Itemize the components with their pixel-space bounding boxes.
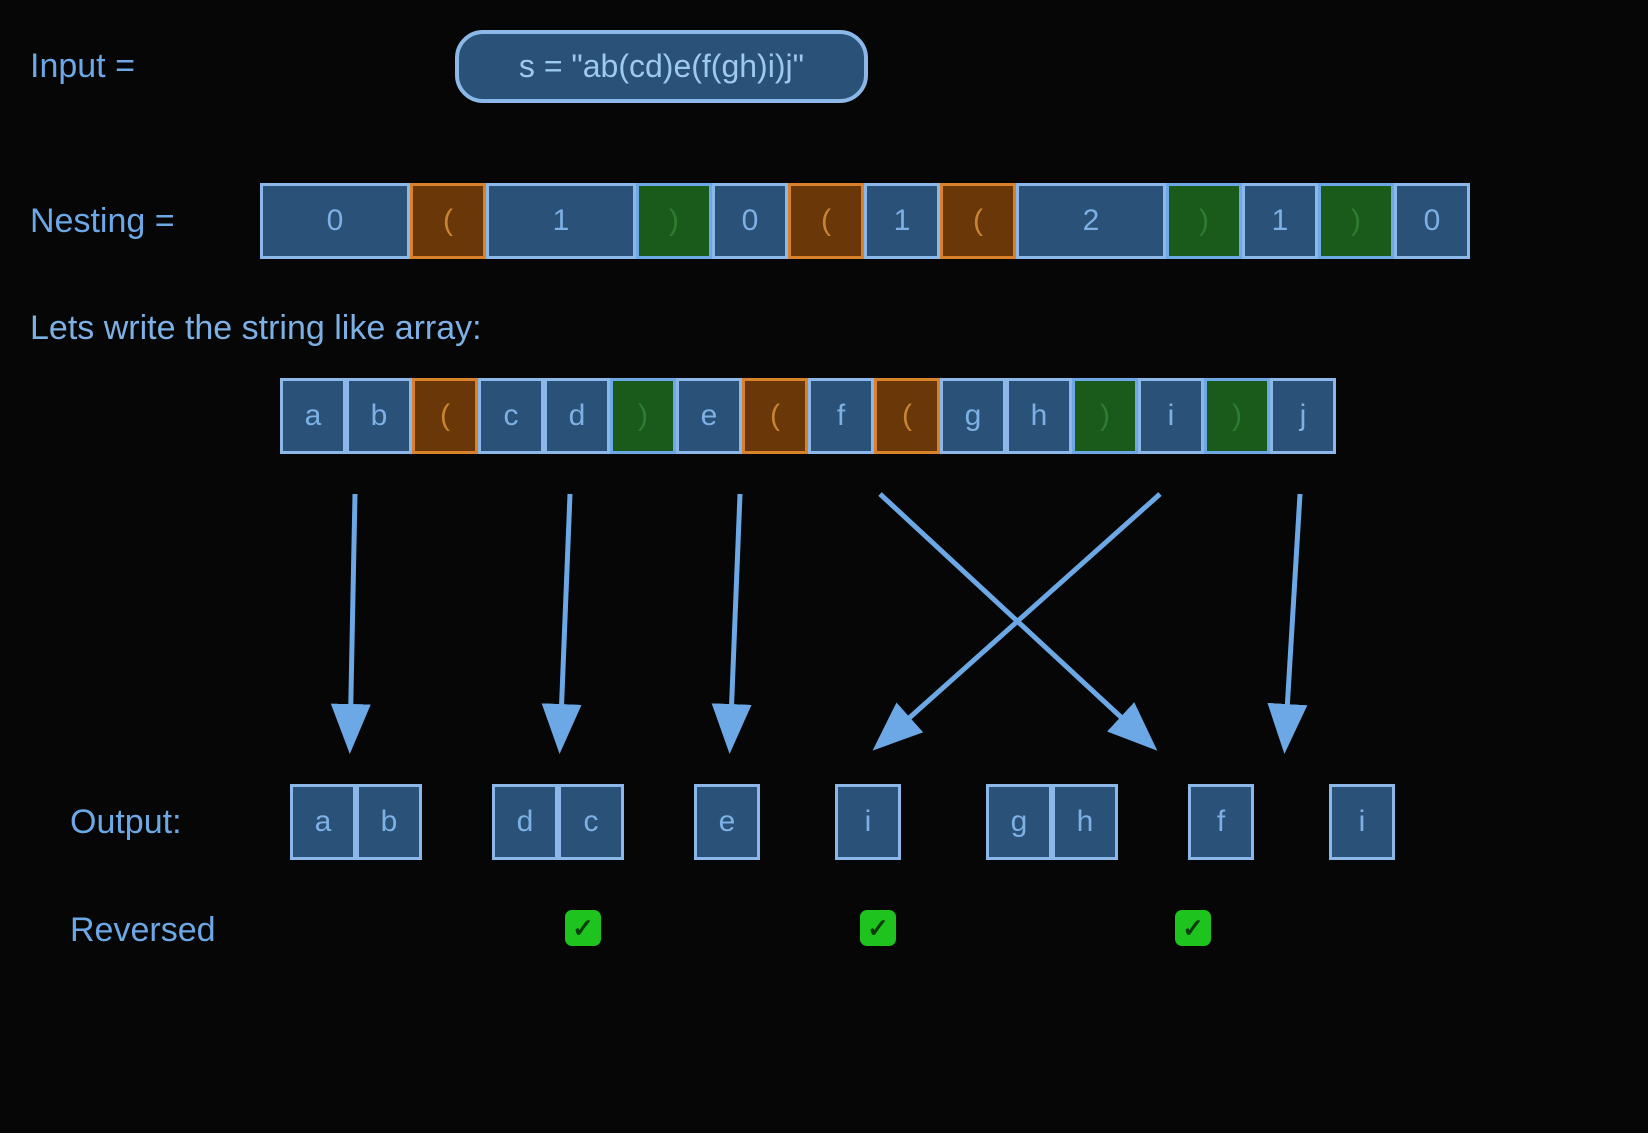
array-cell: g [940,378,1006,454]
array-cell: b [346,378,412,454]
output-cell: e [694,784,760,860]
nesting-cell: ) [1318,183,1394,259]
nesting-cell: ) [1166,183,1242,259]
check-icon: ✓ [1175,910,1211,946]
array-cell: ( [412,378,478,454]
output-cell: f [1188,784,1254,860]
reversed-checks-container: ✓ ✓ ✓ [230,910,1530,950]
arrow [730,494,740,744]
arrow-area [30,484,1618,784]
output-label: Output: [30,803,290,842]
array-cell: ) [1072,378,1138,454]
nesting-cell: ( [410,183,486,259]
output-cell: b [356,784,422,860]
check-icon: ✓ [565,910,601,946]
output-group: dc [492,784,624,860]
nesting-cell: 0 [712,183,788,259]
nesting-cell: ) [636,183,712,259]
output-cell: g [986,784,1052,860]
output-cell: i [835,784,901,860]
array-cell: a [280,378,346,454]
section-heading: Lets write the string like array: [30,309,1618,348]
array-cell: ( [874,378,940,454]
reversed-label: Reversed [30,911,230,950]
output-group: gh [986,784,1118,860]
nesting-cell: 1 [1242,183,1318,259]
nesting-cell: 2 [1016,183,1166,259]
array-cell: ( [742,378,808,454]
arrow [1285,494,1300,744]
array-cell: ) [1204,378,1270,454]
output-cell: d [492,784,558,860]
nesting-cell: ( [788,183,864,259]
output-cell: a [290,784,356,860]
nesting-cell: ( [940,183,1016,259]
array-cell: ) [610,378,676,454]
array-cell: f [808,378,874,454]
arrow [560,494,570,744]
input-label: Input = [30,47,135,86]
output-group: f [1188,784,1254,860]
arrow [350,494,355,744]
array-cell: h [1006,378,1072,454]
nesting-cell: 1 [864,183,940,259]
array-cell: j [1270,378,1336,454]
output-group: i [835,784,901,860]
array-cell: c [478,378,544,454]
output-cell: h [1052,784,1118,860]
nesting-cell: 0 [260,183,410,259]
input-value-box: s = "ab(cd)e(f(gh)i)j" [455,30,868,103]
array-cell: d [544,378,610,454]
array-cell: e [676,378,742,454]
output-groups: abdceighfi [290,784,1395,860]
array-cell-row: ab(cd)e(f(gh)i)j [280,378,1336,454]
output-group: i [1329,784,1395,860]
array-cell: i [1138,378,1204,454]
nesting-cell: 0 [1394,183,1470,259]
nesting-label: Nesting = [30,202,260,241]
output-cell: i [1329,784,1395,860]
output-cell: c [558,784,624,860]
output-group: ab [290,784,422,860]
nesting-cell: 1 [486,183,636,259]
output-group: e [694,784,760,860]
check-icon: ✓ [860,910,896,946]
nesting-cell-row: 0(1)0(1(2)1)0 [260,183,1470,259]
